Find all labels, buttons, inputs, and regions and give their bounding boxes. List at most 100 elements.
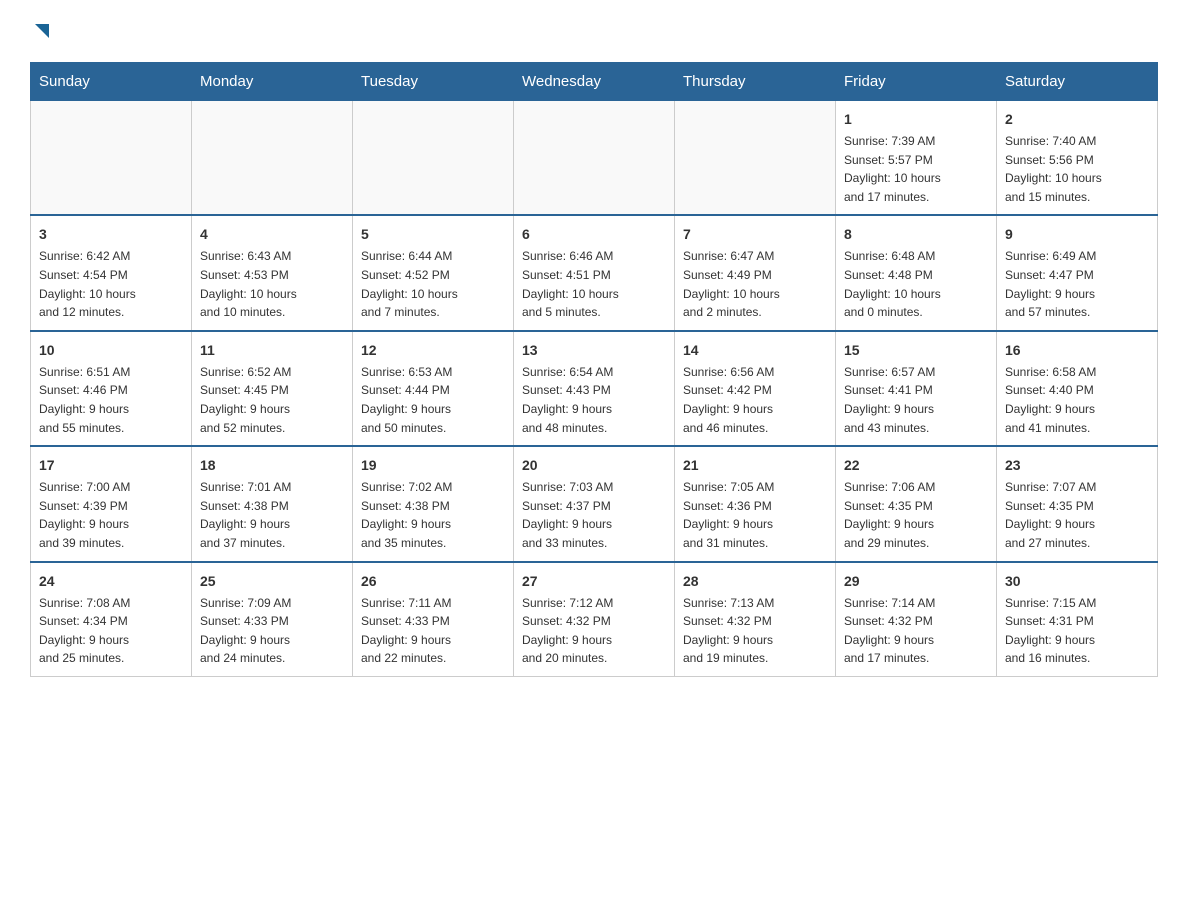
day-info: Sunrise: 7:11 AM Sunset: 4:33 PM Dayligh… (361, 594, 505, 668)
calendar-cell: 15Sunrise: 6:57 AM Sunset: 4:41 PM Dayli… (836, 331, 997, 446)
calendar-cell: 3Sunrise: 6:42 AM Sunset: 4:54 PM Daylig… (31, 215, 192, 330)
calendar-cell: 24Sunrise: 7:08 AM Sunset: 4:34 PM Dayli… (31, 562, 192, 677)
week-row-5: 24Sunrise: 7:08 AM Sunset: 4:34 PM Dayli… (31, 562, 1158, 677)
day-number: 10 (39, 340, 183, 361)
day-number: 13 (522, 340, 666, 361)
day-info: Sunrise: 6:48 AM Sunset: 4:48 PM Dayligh… (844, 247, 988, 321)
day-info: Sunrise: 6:56 AM Sunset: 4:42 PM Dayligh… (683, 363, 827, 437)
calendar-cell: 9Sunrise: 6:49 AM Sunset: 4:47 PM Daylig… (997, 215, 1158, 330)
day-info: Sunrise: 6:47 AM Sunset: 4:49 PM Dayligh… (683, 247, 827, 321)
calendar-cell: 21Sunrise: 7:05 AM Sunset: 4:36 PM Dayli… (675, 446, 836, 561)
day-number: 23 (1005, 455, 1149, 476)
day-info: Sunrise: 7:40 AM Sunset: 5:56 PM Dayligh… (1005, 132, 1149, 206)
day-number: 9 (1005, 224, 1149, 245)
day-number: 1 (844, 109, 988, 130)
day-number: 20 (522, 455, 666, 476)
page-header (30, 20, 1158, 42)
day-info: Sunrise: 7:08 AM Sunset: 4:34 PM Dayligh… (39, 594, 183, 668)
day-number: 18 (200, 455, 344, 476)
week-row-2: 3Sunrise: 6:42 AM Sunset: 4:54 PM Daylig… (31, 215, 1158, 330)
calendar-cell (514, 101, 675, 216)
calendar-cell (675, 101, 836, 216)
day-number: 19 (361, 455, 505, 476)
calendar-cell: 30Sunrise: 7:15 AM Sunset: 4:31 PM Dayli… (997, 562, 1158, 677)
calendar-cell: 28Sunrise: 7:13 AM Sunset: 4:32 PM Dayli… (675, 562, 836, 677)
day-info: Sunrise: 6:51 AM Sunset: 4:46 PM Dayligh… (39, 363, 183, 437)
calendar-cell: 6Sunrise: 6:46 AM Sunset: 4:51 PM Daylig… (514, 215, 675, 330)
day-info: Sunrise: 7:14 AM Sunset: 4:32 PM Dayligh… (844, 594, 988, 668)
day-number: 6 (522, 224, 666, 245)
calendar-cell: 22Sunrise: 7:06 AM Sunset: 4:35 PM Dayli… (836, 446, 997, 561)
day-number: 22 (844, 455, 988, 476)
day-info: Sunrise: 7:12 AM Sunset: 4:32 PM Dayligh… (522, 594, 666, 668)
calendar-cell: 4Sunrise: 6:43 AM Sunset: 4:53 PM Daylig… (192, 215, 353, 330)
day-number: 14 (683, 340, 827, 361)
day-info: Sunrise: 7:06 AM Sunset: 4:35 PM Dayligh… (844, 478, 988, 552)
day-info: Sunrise: 7:03 AM Sunset: 4:37 PM Dayligh… (522, 478, 666, 552)
calendar-cell: 2Sunrise: 7:40 AM Sunset: 5:56 PM Daylig… (997, 101, 1158, 216)
day-info: Sunrise: 6:44 AM Sunset: 4:52 PM Dayligh… (361, 247, 505, 321)
day-number: 3 (39, 224, 183, 245)
day-header-saturday: Saturday (997, 63, 1158, 101)
day-info: Sunrise: 7:00 AM Sunset: 4:39 PM Dayligh… (39, 478, 183, 552)
calendar-cell: 5Sunrise: 6:44 AM Sunset: 4:52 PM Daylig… (353, 215, 514, 330)
day-info: Sunrise: 6:52 AM Sunset: 4:45 PM Dayligh… (200, 363, 344, 437)
day-info: Sunrise: 6:53 AM Sunset: 4:44 PM Dayligh… (361, 363, 505, 437)
week-row-4: 17Sunrise: 7:00 AM Sunset: 4:39 PM Dayli… (31, 446, 1158, 561)
day-number: 24 (39, 571, 183, 592)
day-header-tuesday: Tuesday (353, 63, 514, 101)
calendar-cell: 23Sunrise: 7:07 AM Sunset: 4:35 PM Dayli… (997, 446, 1158, 561)
days-header-row: SundayMondayTuesdayWednesdayThursdayFrid… (31, 63, 1158, 101)
calendar-cell: 27Sunrise: 7:12 AM Sunset: 4:32 PM Dayli… (514, 562, 675, 677)
calendar-cell: 29Sunrise: 7:14 AM Sunset: 4:32 PM Dayli… (836, 562, 997, 677)
calendar-cell: 20Sunrise: 7:03 AM Sunset: 4:37 PM Dayli… (514, 446, 675, 561)
day-info: Sunrise: 7:09 AM Sunset: 4:33 PM Dayligh… (200, 594, 344, 668)
day-number: 15 (844, 340, 988, 361)
day-header-friday: Friday (836, 63, 997, 101)
day-number: 2 (1005, 109, 1149, 130)
day-number: 4 (200, 224, 344, 245)
logo (30, 20, 54, 42)
day-number: 29 (844, 571, 988, 592)
calendar-cell (353, 101, 514, 216)
calendar-cell: 18Sunrise: 7:01 AM Sunset: 4:38 PM Dayli… (192, 446, 353, 561)
day-info: Sunrise: 6:49 AM Sunset: 4:47 PM Dayligh… (1005, 247, 1149, 321)
day-header-sunday: Sunday (31, 63, 192, 101)
calendar-cell: 11Sunrise: 6:52 AM Sunset: 4:45 PM Dayli… (192, 331, 353, 446)
day-info: Sunrise: 7:02 AM Sunset: 4:38 PM Dayligh… (361, 478, 505, 552)
day-info: Sunrise: 6:43 AM Sunset: 4:53 PM Dayligh… (200, 247, 344, 321)
day-number: 28 (683, 571, 827, 592)
calendar-cell: 16Sunrise: 6:58 AM Sunset: 4:40 PM Dayli… (997, 331, 1158, 446)
calendar-cell: 17Sunrise: 7:00 AM Sunset: 4:39 PM Dayli… (31, 446, 192, 561)
day-info: Sunrise: 6:42 AM Sunset: 4:54 PM Dayligh… (39, 247, 183, 321)
day-number: 30 (1005, 571, 1149, 592)
day-header-wednesday: Wednesday (514, 63, 675, 101)
calendar-cell (192, 101, 353, 216)
calendar-table: SundayMondayTuesdayWednesdayThursdayFrid… (30, 62, 1158, 677)
day-info: Sunrise: 7:07 AM Sunset: 4:35 PM Dayligh… (1005, 478, 1149, 552)
week-row-1: 1Sunrise: 7:39 AM Sunset: 5:57 PM Daylig… (31, 101, 1158, 216)
week-row-3: 10Sunrise: 6:51 AM Sunset: 4:46 PM Dayli… (31, 331, 1158, 446)
day-number: 16 (1005, 340, 1149, 361)
calendar-cell: 13Sunrise: 6:54 AM Sunset: 4:43 PM Dayli… (514, 331, 675, 446)
day-number: 5 (361, 224, 505, 245)
day-number: 26 (361, 571, 505, 592)
day-info: Sunrise: 6:58 AM Sunset: 4:40 PM Dayligh… (1005, 363, 1149, 437)
day-info: Sunrise: 7:13 AM Sunset: 4:32 PM Dayligh… (683, 594, 827, 668)
day-header-thursday: Thursday (675, 63, 836, 101)
day-info: Sunrise: 6:54 AM Sunset: 4:43 PM Dayligh… (522, 363, 666, 437)
day-number: 21 (683, 455, 827, 476)
day-info: Sunrise: 7:39 AM Sunset: 5:57 PM Dayligh… (844, 132, 988, 206)
calendar-cell: 10Sunrise: 6:51 AM Sunset: 4:46 PM Dayli… (31, 331, 192, 446)
calendar-cell: 19Sunrise: 7:02 AM Sunset: 4:38 PM Dayli… (353, 446, 514, 561)
day-info: Sunrise: 7:15 AM Sunset: 4:31 PM Dayligh… (1005, 594, 1149, 668)
day-number: 8 (844, 224, 988, 245)
day-number: 12 (361, 340, 505, 361)
calendar-cell: 8Sunrise: 6:48 AM Sunset: 4:48 PM Daylig… (836, 215, 997, 330)
day-info: Sunrise: 7:05 AM Sunset: 4:36 PM Dayligh… (683, 478, 827, 552)
calendar-cell: 14Sunrise: 6:56 AM Sunset: 4:42 PM Dayli… (675, 331, 836, 446)
day-header-monday: Monday (192, 63, 353, 101)
calendar-cell: 25Sunrise: 7:09 AM Sunset: 4:33 PM Dayli… (192, 562, 353, 677)
calendar-cell (31, 101, 192, 216)
logo-triangle-icon (31, 20, 53, 42)
